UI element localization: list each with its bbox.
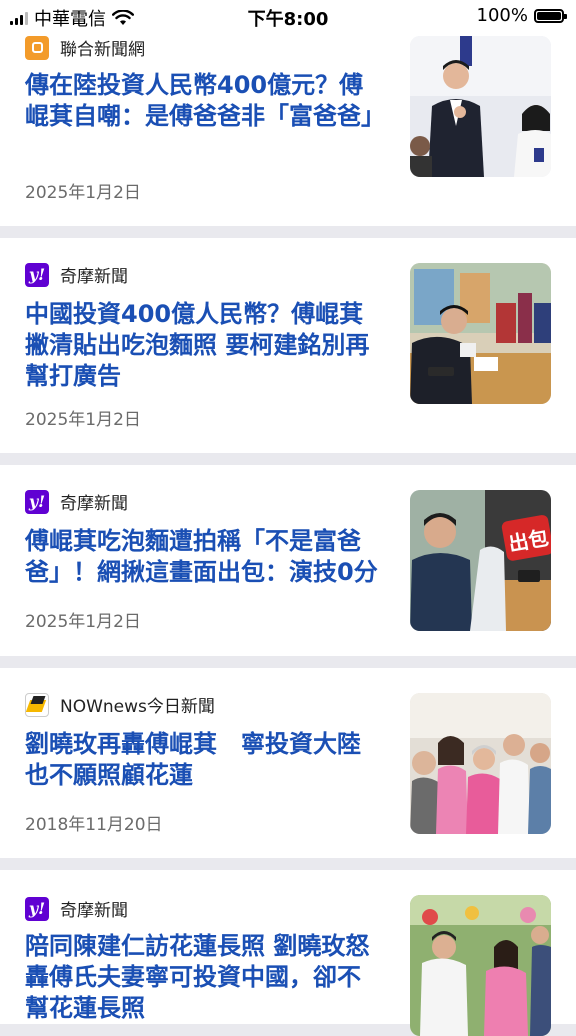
source-name: NOWnews今日新聞 xyxy=(60,697,215,717)
source-name: 聯合新聞網 xyxy=(60,40,145,60)
headline-link[interactable]: 中國投資400億人民幣？傅崐萁撇清貼出吃泡麵照 要柯建銘別再幫打廣告 xyxy=(25,299,380,392)
source-name: 奇摩新聞 xyxy=(60,494,128,514)
yahoo-logo-icon: y! xyxy=(25,489,49,514)
yahoo-logo-icon: y! xyxy=(25,896,49,921)
headline-link[interactable]: 陪同陳建仁訪花蓮長照 劉曉玫怒轟傅氏夫妻寧可投資中國，卻不幫花蓮長照 xyxy=(25,931,380,1024)
headline-link[interactable]: 傅崐萁吃泡麵遭拍稱「不是富爸爸」！網揪這畫面出包：演技0分 xyxy=(25,526,380,588)
source-row: y! 奇摩新聞 xyxy=(25,896,128,921)
news-card[interactable]: y! 奇摩新聞 陪同陳建仁訪花蓮長照 劉曉玫怒轟傅氏夫妻寧可投資中國，卻不幫花蓮… xyxy=(0,870,576,1036)
source-row: y! 奇摩新聞 xyxy=(25,262,128,287)
news-thumbnail[interactable]: 出包 xyxy=(410,490,551,631)
battery-icon xyxy=(534,8,567,23)
battery-percent: 100% xyxy=(476,5,528,26)
source-row: NOWnews今日新聞 xyxy=(25,692,215,717)
status-bar: 中華電信 下午8:00 100% xyxy=(0,0,576,32)
news-thumbnail[interactable] xyxy=(410,693,551,834)
source-row: 聯合新聞網 xyxy=(25,35,145,60)
nownews-logo-icon xyxy=(25,692,49,717)
news-card[interactable]: y! 奇摩新聞 傅崐萁吃泡麵遭拍稱「不是富爸爸」！網揪這畫面出包：演技0分 20… xyxy=(0,465,576,656)
news-thumbnail[interactable] xyxy=(410,895,551,1036)
publish-date: 2025年1月2日 xyxy=(25,183,141,203)
news-card[interactable]: NOWnews今日新聞 劉曉玫再轟傅崐萁 寧投資大陸也不願照顧花蓮 2018年1… xyxy=(0,668,576,858)
publish-date: 2018年11月20日 xyxy=(25,815,163,835)
news-card[interactable]: 聯合新聞網 傳在陸投資人民幣400億元？傅崐萁自嘲：是傅爸爸非「富爸爸」 202… xyxy=(0,0,576,226)
source-name: 奇摩新聞 xyxy=(60,267,128,287)
news-thumbnail[interactable] xyxy=(410,36,551,177)
news-thumbnail[interactable] xyxy=(410,263,551,404)
yahoo-logo-icon: y! xyxy=(25,262,49,287)
news-card[interactable]: y! 奇摩新聞 中國投資400億人民幣？傅崐萁撇清貼出吃泡麵照 要柯建銘別再幫打… xyxy=(0,238,576,453)
publish-date: 2025年1月2日 xyxy=(25,612,141,632)
source-row: y! 奇摩新聞 xyxy=(25,489,128,514)
source-name: 奇摩新聞 xyxy=(60,901,128,921)
headline-link[interactable]: 傳在陸投資人民幣400億元？傅崐萁自嘲：是傅爸爸非「富爸爸」 xyxy=(25,70,385,132)
udn-logo-icon xyxy=(25,35,49,60)
headline-link[interactable]: 劉曉玫再轟傅崐萁 寧投資大陸也不願照顧花蓮 xyxy=(25,729,380,791)
publish-date: 2025年1月2日 xyxy=(25,410,141,430)
